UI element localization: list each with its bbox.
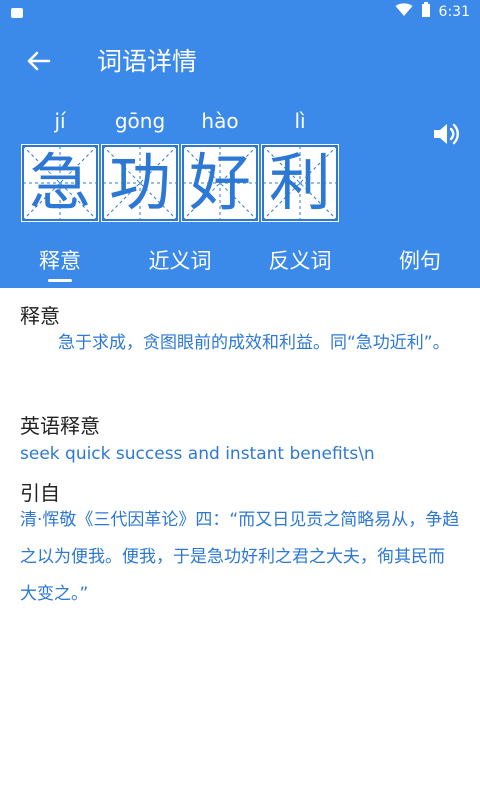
wifi-icon xyxy=(395,3,413,21)
tab-label: 释意 xyxy=(39,249,81,273)
source-text: 清·恽敬《三代因革论》四：“而又日见贡之简略易从，争趋之以为便我。便我，于是急功… xyxy=(20,510,460,604)
character-box-2[interactable]: 好 xyxy=(181,144,259,222)
status-right: 6:31 xyxy=(395,2,470,22)
english-text: seek quick success and instant benefits\… xyxy=(20,444,375,464)
tab-label: 近义词 xyxy=(148,249,212,273)
pinyin-0: jí xyxy=(54,109,66,133)
speaker-volume-icon xyxy=(430,123,462,154)
battery-icon xyxy=(421,2,431,22)
pinyin-3: lì xyxy=(294,109,306,133)
app-bar: 词语详情 xyxy=(0,24,480,102)
tab-label: 反义词 xyxy=(268,249,332,273)
speaker-button[interactable] xyxy=(430,118,462,150)
pinyin-1: gōng xyxy=(114,109,166,133)
pinyin-2: hào xyxy=(201,109,239,133)
status-time: 6:31 xyxy=(438,4,470,20)
content-area: 释意 急于求成，贪图眼前的成效和利益。同“急功近利”。 英语释意 seek qu… xyxy=(0,288,480,800)
tab-synonyms[interactable]: 近义词 xyxy=(120,232,240,288)
word-header: jí gōng hào lì 急 功 好 利 释意 近义词 反义词 例句 xyxy=(0,102,480,288)
notification-icon xyxy=(10,5,24,19)
status-bar: 6:31 xyxy=(0,0,480,24)
tab-label: 例句 xyxy=(399,249,441,273)
character-box-0[interactable]: 急 xyxy=(21,144,99,222)
character-1: 功 xyxy=(108,146,171,219)
tab-indicator xyxy=(48,279,72,282)
character-0: 急 xyxy=(28,146,91,219)
character-3: 利 xyxy=(268,146,331,219)
tab-meaning[interactable]: 释意 xyxy=(0,232,120,288)
tab-examples[interactable]: 例句 xyxy=(360,232,480,288)
character-box-1[interactable]: 功 xyxy=(101,144,179,222)
page-title: 词语详情 xyxy=(97,47,198,76)
tab-antonyms[interactable]: 反义词 xyxy=(240,232,360,288)
character-box-3[interactable]: 利 xyxy=(261,144,339,222)
arrow-left-icon xyxy=(25,50,51,76)
meaning-text: 急于求成，贪图眼前的成效和利益。同“急功近利”。 xyxy=(58,333,450,353)
character-2: 好 xyxy=(188,146,251,219)
tab-bar: 释意 近义词 反义词 例句 xyxy=(0,232,480,288)
back-button[interactable] xyxy=(18,46,58,80)
